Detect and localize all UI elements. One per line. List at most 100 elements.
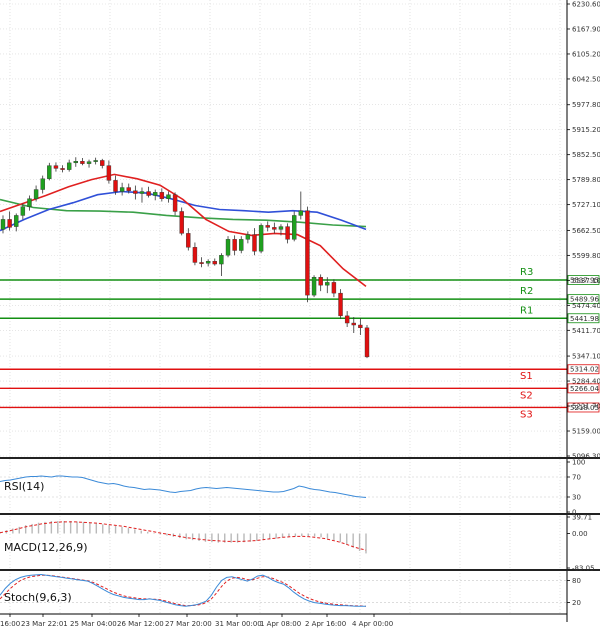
price-tick-label: 6167.90: [572, 25, 600, 33]
macd-tick-label: 0.00: [572, 530, 588, 538]
candle-body: [285, 226, 290, 240]
stoch-tick-label: 20: [572, 599, 581, 607]
macd-tick-label: -83.05: [572, 565, 595, 573]
level-price-label: 5441.98: [570, 315, 599, 323]
rsi-tick-label: 70: [572, 474, 581, 482]
price-tick-label: 5852.50: [572, 151, 600, 159]
candle-body: [199, 262, 204, 264]
candle-body: [60, 168, 65, 170]
price-tick-label: 5599.80: [572, 252, 600, 260]
price-tick-label: 5347.10: [572, 353, 600, 361]
level-price-label: 5266.04: [570, 385, 599, 393]
candle-body: [47, 165, 52, 179]
candle-body: [86, 161, 92, 164]
candle-body: [245, 234, 251, 240]
candle-body: [298, 210, 304, 216]
price-tick-label: 5977.80: [572, 101, 600, 109]
price-tick-label: 5284.40: [572, 378, 600, 386]
rsi-tick-label: 100: [572, 459, 585, 467]
price-tick-label: 5662.50: [572, 227, 600, 235]
chart-root: R35537.95R25489.96R15441.98S15314.02S252…: [0, 0, 600, 631]
candle-body: [358, 324, 363, 329]
price-tick-label: 5537.10: [572, 277, 600, 285]
candle-body: [318, 277, 323, 286]
candle-body: [292, 215, 297, 240]
candle-body: [146, 191, 151, 196]
candle-body: [325, 282, 330, 286]
time-tick-label: 27 Mar 20:00: [165, 620, 212, 628]
time-tick-label: 26 Mar 12:00: [117, 620, 164, 628]
time-tick-label: 23 Mar 22:01: [21, 620, 68, 628]
candle-body: [7, 219, 12, 228]
candle-body: [272, 227, 277, 230]
candle-body: [33, 189, 39, 199]
candle-body: [126, 187, 131, 191]
candle-body: [166, 194, 171, 199]
time-tick-label: 16:00: [0, 620, 20, 628]
price-tick-label: 5727.10: [572, 201, 600, 209]
candle-body: [153, 192, 158, 196]
candle-body: [265, 225, 270, 228]
stoch-tick-label: 80: [572, 577, 581, 585]
candle-body: [186, 233, 191, 248]
candle-body: [364, 327, 370, 358]
price-tick-label: 5789.80: [572, 176, 600, 184]
price-tick-label: 5474.40: [572, 302, 600, 310]
level-name-r1: R1: [520, 305, 533, 316]
candle-body: [212, 261, 217, 265]
candle-body: [139, 191, 145, 194]
stoch-title: Stoch(9,6,3): [4, 591, 72, 604]
level-name-s3: S3: [520, 409, 533, 420]
candle-body: [172, 194, 178, 212]
candle-body: [20, 206, 26, 216]
candle-body: [73, 161, 79, 164]
candle-body: [0, 219, 6, 230]
candle-body: [80, 161, 85, 164]
time-tick-label: 4 Apr 00:00: [352, 620, 393, 628]
price-tick-label: 6230.60: [572, 1, 600, 9]
candle-body: [179, 211, 184, 234]
level-name-r2: R2: [520, 286, 533, 297]
rsi-tick-label: 30: [572, 494, 581, 502]
candle-body: [133, 190, 138, 194]
candle-body: [258, 225, 264, 252]
macd-title: MACD(12,26,9): [4, 541, 88, 554]
price-tick-label: 5159.00: [572, 428, 600, 436]
macd-tick-label: 39.71: [572, 514, 592, 522]
candle-body: [351, 322, 356, 326]
price-tick-label: 6042.50: [572, 75, 600, 83]
candle-body: [239, 239, 244, 251]
time-tick-label: 2 Apr 16:00: [305, 620, 346, 628]
candle-body: [311, 277, 317, 296]
candle-body: [331, 282, 337, 294]
candle-body: [232, 239, 237, 251]
candle-body: [344, 315, 350, 324]
candle-body: [113, 180, 118, 192]
level-name-r3: R3: [520, 267, 533, 278]
time-tick-label: 31 Mar 00:00: [215, 620, 262, 628]
candle-body: [192, 247, 198, 263]
candle-body: [205, 261, 211, 264]
candle-body: [40, 178, 45, 190]
price-tick-label: 6105.20: [572, 50, 600, 58]
rsi-title: RSI(14): [4, 480, 44, 493]
candle-body: [14, 215, 19, 227]
candle-body: [225, 239, 231, 256]
candle-body: [252, 234, 257, 252]
candle-body: [338, 292, 343, 317]
candle-body: [278, 226, 284, 230]
price-tick-label: 5411.70: [572, 327, 600, 335]
price-tick-label: 5915.20: [572, 126, 600, 134]
candle-body: [219, 255, 224, 265]
level-name-s1: S1: [520, 371, 533, 382]
level-name-s2: S2: [520, 390, 533, 401]
candle-body: [119, 187, 125, 192]
level-price-label: 5314.02: [570, 366, 599, 374]
candle-body: [100, 160, 105, 166]
candle-body: [93, 160, 98, 162]
candle-body: [27, 198, 32, 207]
candle-body: [66, 162, 72, 170]
price-tick-label: 5221.70: [572, 403, 600, 411]
candle-body: [106, 165, 112, 181]
candle-body: [305, 210, 310, 296]
